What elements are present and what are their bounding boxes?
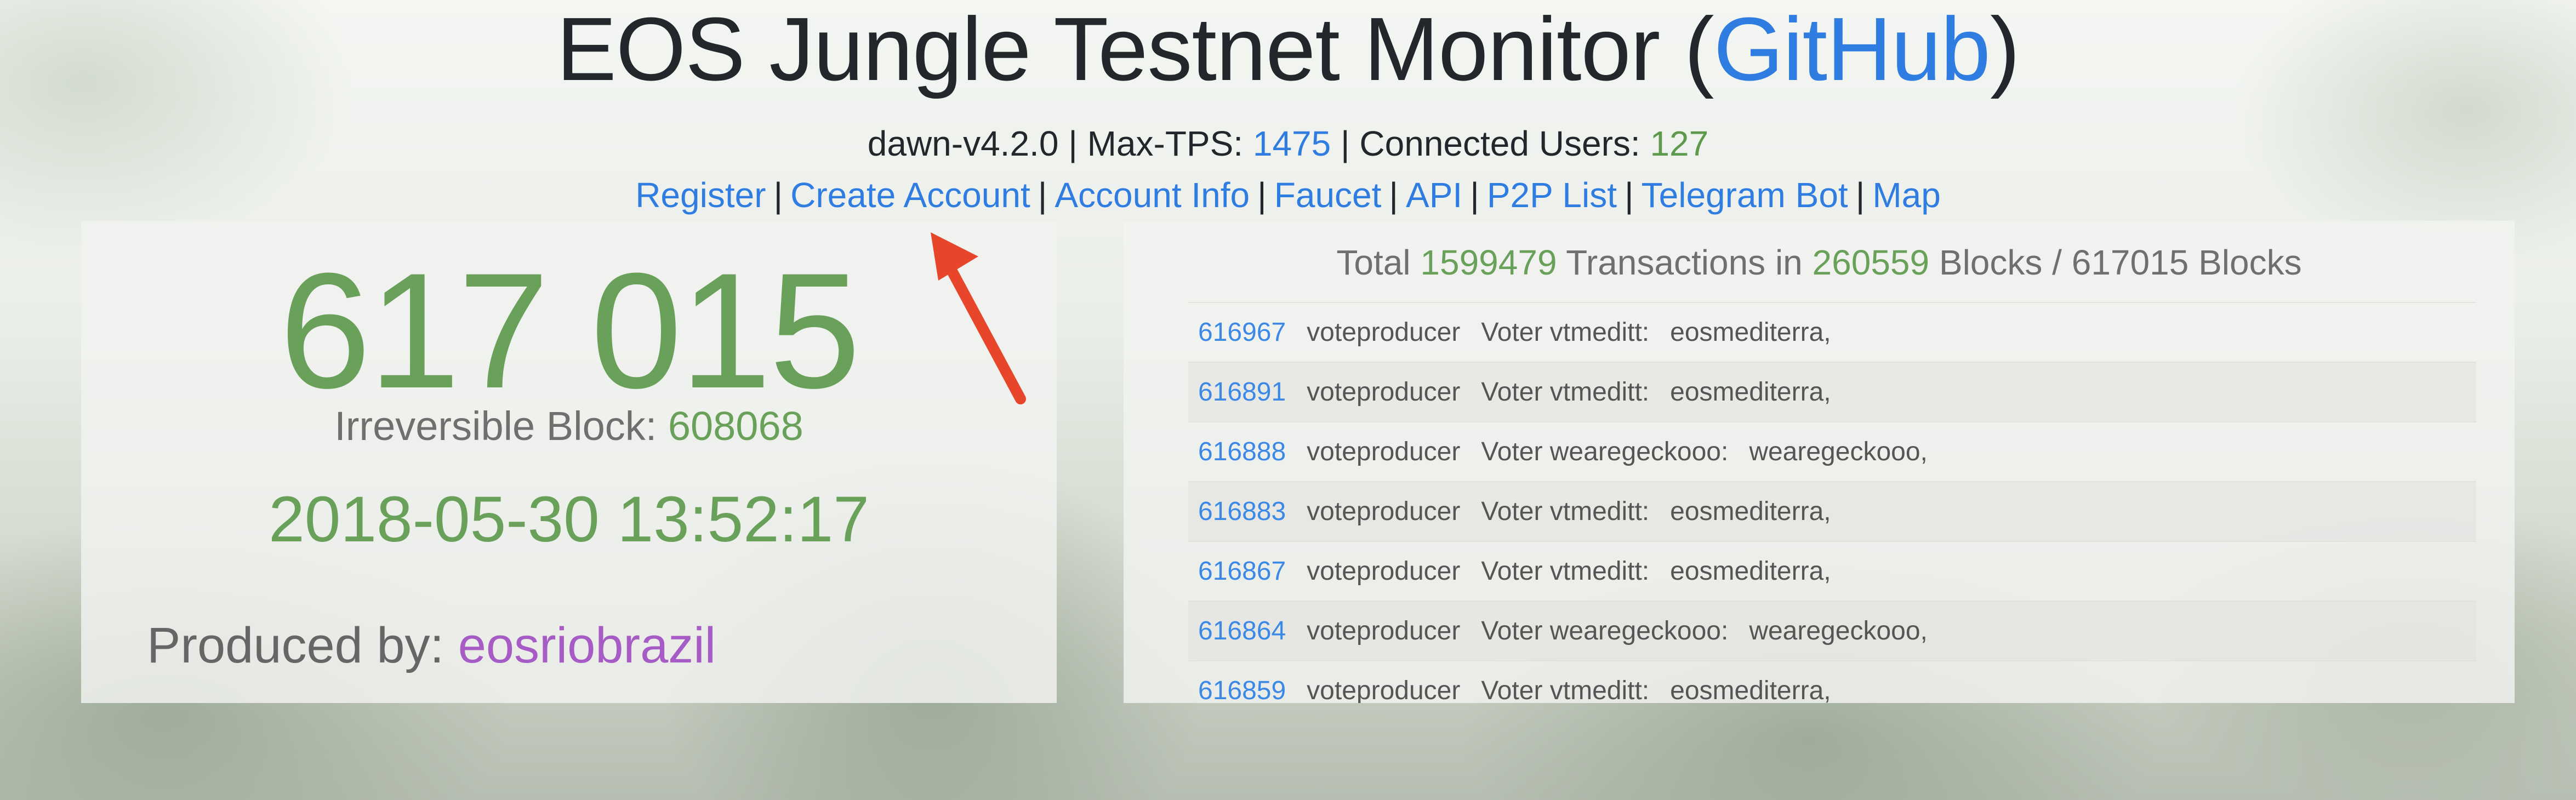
transaction-action: voteproducer — [1307, 616, 1461, 645]
transaction-voter: Voter wearegeckooo: — [1481, 437, 1729, 466]
irreversible-label: Irreversible Block: — [334, 403, 668, 449]
title-text: EOS Jungle Testnet Monitor ( — [556, 0, 1714, 99]
title-close: ) — [1990, 0, 2020, 99]
transaction-row: 616867 voteproducer Voter vtmeditt: eosmedi… — [1188, 541, 2476, 601]
nav-separator: | — [1389, 175, 1399, 215]
nav-separator: | — [773, 175, 783, 215]
head-block-number: 617 015 — [279, 238, 860, 422]
transaction-voter: Voter vtmeditt: — [1481, 557, 1650, 586]
summary-prefix: Total — [1336, 243, 1421, 282]
transactions-panel: Total 1599479 Transactions in 260559 Blo… — [1124, 221, 2515, 703]
summary-mid: Transactions in — [1557, 243, 1813, 282]
transaction-voter: Voter vtmeditt: — [1481, 676, 1650, 703]
nav-register-link[interactable]: Register — [635, 175, 766, 215]
produced-by-label: Produced by: — [147, 618, 458, 673]
transaction-action: voteproducer — [1307, 497, 1461, 526]
transaction-count: 1599479 — [1420, 243, 1557, 282]
status-line: dawn-v4.2.0 | Max-TPS: 1475 | Connected … — [0, 122, 2576, 165]
summary-suffix: Blocks / 617015 Blocks — [1929, 243, 2302, 282]
nav-p2p-list-link[interactable]: P2P List — [1487, 175, 1617, 215]
nav-separator: | — [1038, 175, 1047, 215]
max-tps-label: Max-TPS: — [1087, 124, 1253, 163]
transaction-producers: wearegeckooo, — [1749, 437, 1928, 466]
transaction-list: 616967 voteproducer Voter vtmeditt: eosmedi… — [1188, 302, 2476, 703]
nav-telegram-bot-link[interactable]: Telegram Bot — [1642, 175, 1848, 215]
nav-account-info-link[interactable]: Account Info — [1055, 175, 1250, 215]
transaction-producers: eosmediterra, — [1670, 676, 1831, 703]
transaction-voter: Voter vtmeditt: — [1481, 378, 1650, 407]
block-count: 260559 — [1812, 243, 1930, 282]
transaction-block-link[interactable]: 616859 — [1198, 676, 1286, 703]
nav-api-link[interactable]: API — [1406, 175, 1462, 215]
transaction-block-link[interactable]: 616883 — [1198, 497, 1286, 526]
connected-users-label: Connected Users: — [1359, 124, 1650, 163]
transaction-producers: wearegeckooo, — [1749, 616, 1928, 645]
annotation-arrow-icon — [931, 232, 1026, 404]
nav-separator: | — [1855, 175, 1865, 215]
transaction-producers: eosmediterra, — [1670, 497, 1831, 526]
page-title: EOS Jungle Testnet Monitor (GitHub) — [0, 3, 2576, 96]
github-link[interactable]: GitHub — [1714, 0, 1991, 99]
transaction-action: voteproducer — [1307, 557, 1461, 586]
transaction-row: 616883 voteproducer Voter vtmeditt: eosmedi… — [1188, 481, 2476, 541]
max-tps-value: 1475 — [1252, 124, 1331, 163]
transaction-action: voteproducer — [1307, 318, 1461, 347]
transaction-voter: Voter wearegeckooo: — [1481, 616, 1729, 645]
transaction-producers: eosmediterra, — [1670, 318, 1831, 347]
producer-name: eosriobrazil — [458, 618, 716, 673]
irreversible-value: 608068 — [668, 403, 803, 449]
block-info-panel: 617 015 Irreversible Block: 608068 2018-… — [81, 221, 1057, 703]
transaction-producers: eosmediterra, — [1670, 378, 1831, 407]
nav-create-account-link[interactable]: Create Account — [790, 175, 1030, 215]
transaction-action: voteproducer — [1307, 378, 1461, 407]
transaction-block-link[interactable]: 616967 — [1198, 318, 1286, 347]
nav-map-link[interactable]: Map — [1872, 175, 1941, 215]
transaction-producers: eosmediterra, — [1670, 557, 1831, 586]
nav-separator: | — [1257, 175, 1267, 215]
transaction-row: 616864 voteproducer Voter wearegeckooo: wea… — [1188, 601, 2476, 660]
produced-by: Produced by: eosriobrazil — [147, 615, 716, 676]
connected-users-value: 127 — [1650, 124, 1709, 163]
transaction-row: 616891 voteproducer Voter vtmeditt: eosmedi… — [1188, 362, 2476, 421]
nav-faucet-link[interactable]: Faucet — [1274, 175, 1382, 215]
transactions-summary: Total 1599479 Transactions in 260559 Blo… — [1124, 241, 2515, 284]
transaction-block-link[interactable]: 616888 — [1198, 437, 1286, 466]
transaction-block-link[interactable]: 616864 — [1198, 616, 1286, 645]
nav-separator: | — [1625, 175, 1634, 215]
irreversible-block: Irreversible Block: 608068 — [81, 402, 1057, 451]
transaction-block-link[interactable]: 616891 — [1198, 378, 1286, 407]
transaction-block-link[interactable]: 616867 — [1198, 557, 1286, 586]
separator: | — [1058, 124, 1087, 163]
transaction-action: voteproducer — [1307, 437, 1461, 466]
nav-links: Register | Create Account | Account Info | Fau… — [0, 173, 2576, 217]
version-text: dawn-v4.2.0 — [867, 124, 1059, 163]
transaction-row: 616888 voteproducer Voter wearegeckooo: wea… — [1188, 421, 2476, 481]
transaction-action: voteproducer — [1307, 676, 1461, 703]
block-timestamp: 2018-05-30 13:52:17 — [269, 483, 869, 556]
transaction-row: 616967 voteproducer Voter vtmeditt: eosmedi… — [1188, 302, 2476, 362]
transaction-voter: Voter vtmeditt: — [1481, 497, 1650, 526]
nav-separator: | — [1470, 175, 1479, 215]
transaction-voter: Voter vtmeditt: — [1481, 318, 1650, 347]
separator: | — [1331, 124, 1360, 163]
transaction-row: 616859 voteproducer Voter vtmeditt: eosmedi… — [1188, 660, 2476, 703]
